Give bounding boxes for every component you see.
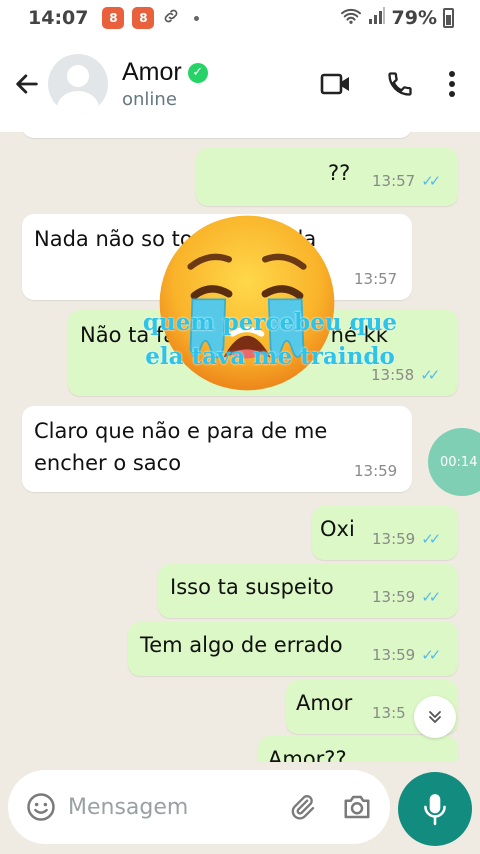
more-vertical-icon[interactable]	[448, 70, 456, 98]
chevron-down-icon	[429, 711, 441, 723]
message-meta: 13:57	[354, 270, 397, 288]
message-text: Amor	[296, 691, 353, 715]
link-icon	[162, 7, 180, 30]
status-time: 14:07	[28, 7, 89, 29]
overlay-caption-line: quem percebeu que	[142, 309, 398, 336]
message-bubble-outgoing[interactable]: Tem algo de errado 13:59 ✓✓	[128, 622, 458, 676]
notification-app-icon: 8	[102, 7, 125, 29]
message-bubble-outgoing[interactable]: Oxi 13:59 ✓✓	[312, 506, 458, 560]
verified-badge-icon: ✓	[187, 62, 208, 83]
avatar[interactable]	[48, 54, 108, 114]
read-receipt-icon: ✓✓	[421, 530, 441, 548]
chat-area[interactable]: ?? 13:57 ✓✓ Nada não so to da 😭 13:57 Nã…	[0, 132, 480, 762]
overlay-caption: quem percebeu que ela tava me traindo	[120, 306, 420, 374]
message-text: ??	[328, 161, 351, 185]
message-meta: 13:59	[354, 462, 397, 480]
microphone-button[interactable]	[398, 772, 472, 846]
read-receipt-icon: ✓✓	[421, 588, 441, 606]
contact-name-row: Amor ✓	[122, 58, 208, 87]
message-time: 13:59	[354, 462, 398, 480]
read-receipt-icon: ✓✓	[420, 366, 440, 384]
read-receipt-icon: ✓✓	[421, 646, 441, 664]
battery-icon	[443, 8, 454, 28]
chat-header: Amor ✓ online	[0, 36, 480, 132]
message-bubble-incoming[interactable]	[22, 132, 412, 138]
header-actions	[320, 70, 468, 98]
overlay-caption-line: ela tava me traindo	[145, 343, 395, 370]
back-arrow-icon	[16, 74, 38, 94]
message-text: Tem algo de errado	[140, 633, 343, 657]
contact-status: online	[122, 89, 177, 110]
read-receipt-icon: ✓✓	[421, 172, 441, 190]
attach-icon[interactable]	[288, 792, 316, 822]
timer-badge-text: 00:14	[440, 454, 478, 470]
message-meta: 13:57 ✓✓	[372, 172, 441, 190]
emoji-icon[interactable]	[26, 792, 56, 822]
signal-icon	[368, 6, 386, 30]
phone-call-icon[interactable]	[386, 70, 414, 98]
message-bubble-outgoing[interactable]: ?? 13:57 ✓✓	[196, 148, 458, 206]
microphone-icon	[424, 794, 446, 826]
status-right: 79%	[340, 6, 454, 30]
message-bubble-outgoing[interactable]: Amor??	[258, 736, 458, 762]
wifi-icon	[340, 7, 362, 30]
message-time: 13:59	[372, 588, 416, 606]
message-text: Amor??	[268, 747, 347, 762]
scroll-to-bottom-button[interactable]	[414, 696, 456, 738]
contact-info[interactable]: Amor ✓ online	[122, 58, 208, 110]
message-text: Isso ta suspeito	[170, 575, 334, 599]
message-text-line: Claro que não e para de me	[34, 419, 328, 443]
message-composer	[8, 770, 390, 844]
message-bubble-outgoing[interactable]: Isso ta suspeito 13:59 ✓✓	[158, 564, 458, 618]
message-time: 13:59	[372, 646, 416, 664]
message-bubble-incoming[interactable]: Claro que não e para de me encher o saco…	[22, 406, 412, 492]
message-text: Oxi	[320, 517, 355, 541]
message-time: 13:5	[372, 704, 406, 722]
message-meta: 13:5	[372, 704, 406, 722]
message-text-line: encher o saco	[34, 451, 182, 475]
video-call-icon[interactable]	[320, 72, 352, 96]
status-bar: 14:07 8 8 79%	[0, 0, 480, 36]
camera-icon[interactable]	[342, 793, 372, 821]
notification-app-icon: 8	[132, 7, 155, 29]
contact-name: Amor	[122, 58, 182, 86]
message-meta: 13:59 ✓✓	[372, 646, 441, 664]
message-time: 13:57	[354, 270, 398, 288]
message-time: 13:57	[372, 172, 416, 190]
message-meta: 13:59 ✓✓	[372, 588, 441, 606]
battery-percent: 79%	[391, 7, 437, 29]
message-time: 13:59	[372, 530, 416, 548]
message-input[interactable]	[68, 794, 288, 820]
status-left: 14:07 8 8	[28, 7, 200, 30]
message-meta: 13:59 ✓✓	[372, 530, 441, 548]
back-button[interactable]	[12, 64, 42, 104]
more-notifications-dot-icon	[194, 15, 200, 21]
